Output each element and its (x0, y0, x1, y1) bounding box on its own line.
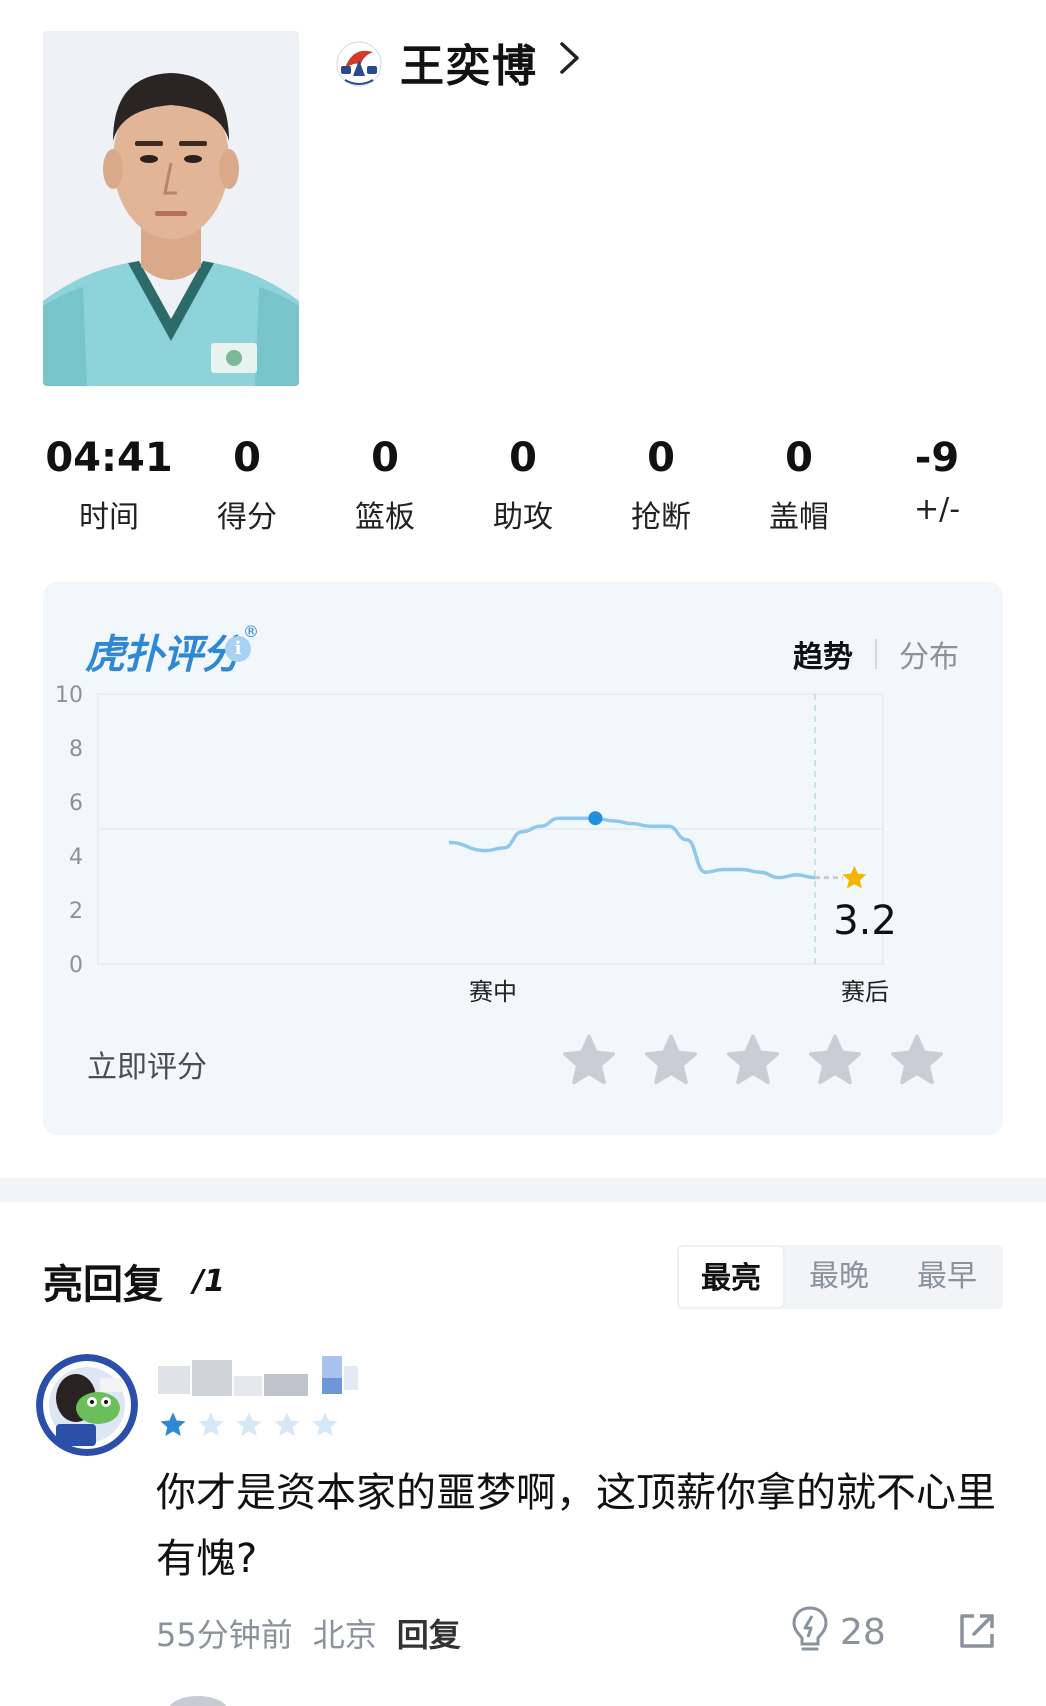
share-icon[interactable] (956, 1610, 998, 1652)
replies-count: /1 (193, 1264, 225, 1299)
light-count: 28 (840, 1612, 886, 1653)
reply-sort-tabs: 最亮 最晚 最早 (677, 1245, 1003, 1309)
stat-value: 0 (371, 435, 399, 481)
rate-star-4[interactable] (805, 1032, 865, 1090)
user-star-2 (198, 1412, 224, 1436)
chevron-right-icon[interactable] (557, 40, 583, 76)
username-blurred (158, 1356, 358, 1396)
reply-button[interactable]: 回复 (397, 1610, 461, 1656)
comment-time: 55分钟前 (156, 1616, 293, 1654)
stat-value: 0 (233, 435, 261, 481)
stat-value: 0 (647, 435, 675, 481)
stat-value: 0 (785, 435, 813, 481)
rate-now-label: 立即评分 (87, 1050, 207, 1085)
y-tick-label: 0 (69, 953, 83, 978)
avatar[interactable] (36, 1354, 138, 1456)
next-reply-avatar (168, 1696, 228, 1706)
y-tick-label: 10 (55, 683, 83, 708)
user-star-1 (160, 1412, 186, 1436)
rate-star-5[interactable] (887, 1032, 947, 1090)
stat-value: 04:41 (45, 435, 173, 481)
section-divider (0, 1178, 1046, 1202)
rate-star-3[interactable] (723, 1032, 783, 1090)
user-star-4 (274, 1412, 300, 1436)
stat-blocks: 0 盖帽 (730, 432, 868, 542)
player-photo (43, 31, 299, 386)
stat-value: -9 (914, 435, 960, 481)
sort-tab-brightest[interactable]: 最亮 (677, 1245, 785, 1309)
stat-label: 得分 (217, 500, 277, 535)
stat-rebounds: 0 篮板 (316, 432, 454, 542)
team-logo-icon (336, 41, 382, 87)
stat-label: +/- (913, 492, 961, 527)
rating-card: 虎扑评分 ® i 趋势 分布 10 8 6 4 2 0 3.2 赛中 赛后 立即评分 (43, 582, 1003, 1135)
stat-points: 0 得分 (178, 432, 316, 542)
final-rating-value: 3.2 (833, 898, 897, 944)
user-star-3 (236, 1412, 262, 1436)
player-stats: 04:41 时间 0 得分 0 篮板 0 助攻 0 抢断 0 盖帽 -9 +/- (40, 432, 1006, 542)
stat-label: 盖帽 (769, 500, 829, 535)
stat-time: 04:41 时间 (40, 432, 178, 542)
player-name[interactable]: 王奕博 (400, 30, 538, 94)
y-tick-label: 2 (69, 899, 83, 924)
x-axis-label: 赛中 (469, 978, 517, 1006)
stat-label: 时间 (79, 500, 139, 535)
x-axis-label: 赛后 (841, 978, 889, 1006)
stat-label: 助攻 (493, 500, 553, 535)
rating-stars (559, 1032, 947, 1090)
sort-tab-latest[interactable]: 最晚 (785, 1245, 893, 1309)
rate-star-1[interactable] (559, 1032, 619, 1090)
user-star-5 (312, 1412, 338, 1436)
sort-tab-earliest[interactable]: 最早 (893, 1245, 1001, 1309)
player-detail-page: 王奕博 04:41 时间 0 得分 0 篮板 0 助攻 0 抢断 0 盖帽 -9… (0, 0, 1046, 1706)
rating-series-line (448, 816, 816, 880)
final-rating-star (842, 865, 867, 889)
lightbulb-icon[interactable] (790, 1604, 830, 1654)
stat-steals: 0 抢断 (592, 432, 730, 542)
comment-location: 北京 (312, 1616, 377, 1654)
replies-title: 亮回复 (43, 1262, 163, 1308)
y-tick-label: 8 (69, 737, 83, 762)
stat-plus-minus: -9 +/- (868, 432, 1006, 542)
user-rating-stars (158, 1410, 340, 1440)
comment-meta: 55分钟前 北京 回复 (156, 1610, 481, 1656)
y-tick-label: 6 (69, 791, 83, 816)
highlight-point (588, 811, 603, 826)
stat-label: 篮板 (355, 500, 415, 535)
stat-label: 抢断 (631, 500, 691, 535)
y-tick-label: 4 (69, 845, 83, 870)
rating-trend-chart: 10 8 6 4 2 0 3.2 赛中 赛后 (55, 683, 897, 1006)
rate-star-2[interactable] (641, 1032, 701, 1090)
stat-value: 0 (509, 435, 537, 481)
stat-assists: 0 助攻 (454, 432, 592, 542)
comment-text: 你才是资本家的噩梦啊，这顶薪你拿的就不心里有愧? (156, 1470, 996, 1582)
